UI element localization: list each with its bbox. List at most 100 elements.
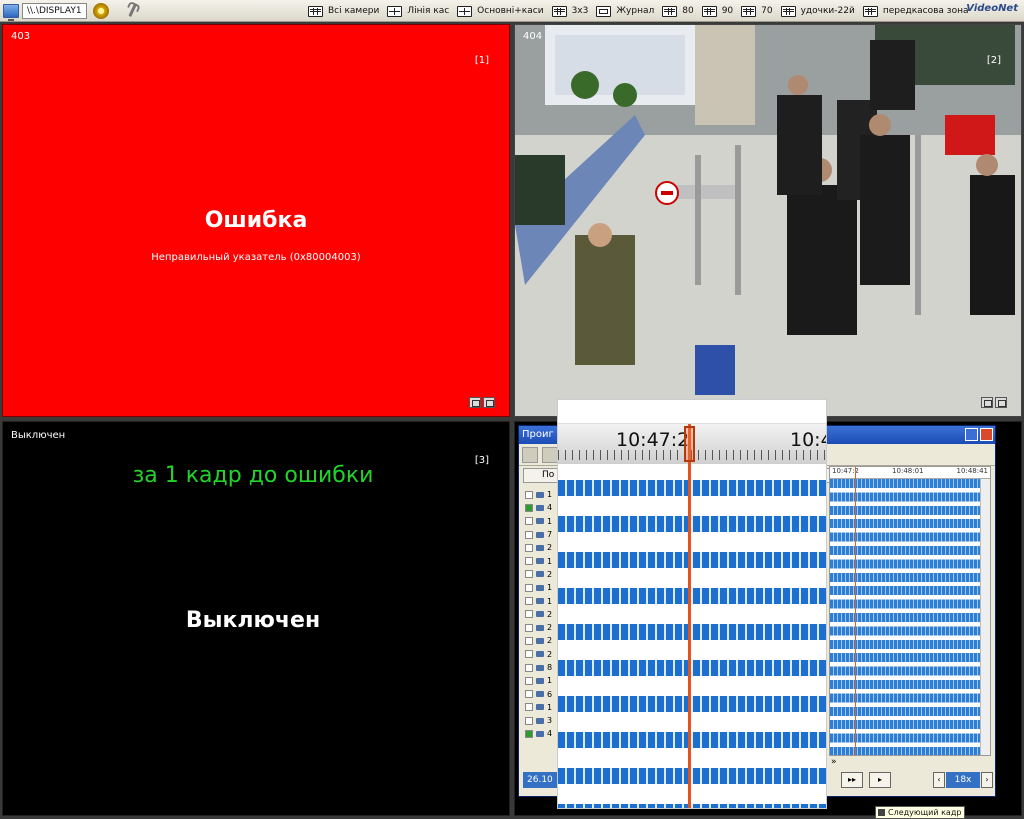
preset-pre-checkout-zone[interactable]: передкасова зона: [862, 5, 968, 17]
preset-checkout-line[interactable]: Лінія кас: [387, 5, 449, 17]
camera-list-item[interactable]: 1: [525, 515, 555, 528]
camera-checkbox[interactable]: [525, 517, 533, 526]
camera-list-item[interactable]: 4: [525, 501, 555, 514]
grid-layout-icon: [387, 5, 403, 17]
camera-list-item[interactable]: 1: [525, 674, 555, 687]
display-selector[interactable]: \\.\DISPLAY1: [22, 2, 87, 19]
single-layout-icon: [596, 5, 612, 17]
camera-checkbox[interactable]: [525, 716, 533, 725]
camera-list-label: 2: [547, 623, 553, 633]
camera-checkbox[interactable]: [525, 583, 533, 592]
camera-list-item[interactable]: 2: [525, 648, 555, 661]
camera-list-label: 2: [547, 543, 553, 553]
scroll-right-icon[interactable]: »: [831, 757, 837, 767]
preset-all-cameras[interactable]: Всі камери: [308, 5, 379, 17]
preset-main-checkouts[interactable]: Основні+каси: [457, 5, 544, 17]
camera-off-message: Выключен: [185, 608, 321, 633]
camera-checkbox[interactable]: [525, 650, 533, 659]
camera-icon: [536, 571, 544, 578]
camera-list-item[interactable]: 6: [525, 687, 555, 700]
camera-checkbox[interactable]: [525, 676, 533, 685]
camera-checkbox[interactable]: [525, 543, 533, 552]
settings-gear-icon[interactable]: [92, 2, 109, 19]
speed-up-button[interactable]: ›: [981, 772, 993, 788]
fast-forward-button[interactable]: ▸▸: [841, 772, 863, 788]
camera-checkbox[interactable]: [525, 610, 533, 619]
video-cell-1[interactable]: 403 [1] Ошибка Неправильный указатель (0…: [2, 24, 510, 417]
camera-checkbox[interactable]: [525, 663, 533, 672]
camera-checkbox[interactable]: [525, 597, 533, 606]
recording-bars: [558, 470, 826, 808]
preset-80[interactable]: 80: [662, 5, 694, 17]
speed-down-button[interactable]: ‹: [933, 772, 945, 788]
camera-list-item[interactable]: 3: [525, 714, 555, 727]
fullscreen-icon[interactable]: [995, 397, 1007, 408]
grid-layout-icon: [551, 5, 567, 17]
document-icon[interactable]: [522, 446, 538, 463]
time-label: 10:4: [790, 429, 826, 451]
camera-list-item[interactable]: 2: [525, 608, 555, 621]
timeline-panel[interactable]: 10:47:2 10:48:01 10:48:41: [829, 466, 991, 756]
preset-3x3[interactable]: 3x3: [551, 5, 588, 17]
grid-layout-icon: [662, 5, 678, 17]
camera-list-label: 1: [547, 702, 553, 712]
camera-checkbox[interactable]: [525, 623, 533, 632]
camera-checkbox[interactable]: [525, 703, 533, 712]
camera-list-item[interactable]: 1: [525, 701, 555, 714]
preset-fishing-rods[interactable]: удочки-22й: [780, 5, 855, 17]
next-frame-button[interactable]: ▸: [869, 772, 891, 788]
camera-list-item[interactable]: 8: [525, 661, 555, 674]
camera-icon: [536, 637, 544, 644]
open-folder-icon[interactable]: [542, 446, 558, 463]
camera-list-item[interactable]: 1: [525, 488, 555, 501]
cell-index: [2]: [986, 55, 1001, 66]
zoomed-timeline-overlay: 10:47:2 10:4: [557, 399, 827, 809]
grid-layout-icon: [457, 5, 473, 17]
camera-checkbox[interactable]: [525, 557, 533, 566]
cell-tools: [981, 397, 1007, 408]
camera-list-label: 2: [547, 569, 553, 579]
camera-icon: [536, 624, 544, 631]
camera-list-label: 4: [547, 729, 553, 739]
camera-list-item[interactable]: 2: [525, 541, 555, 554]
vertical-scrollbar[interactable]: [980, 479, 990, 755]
camera-list-item[interactable]: 1: [525, 581, 555, 594]
timeline-cursor[interactable]: [855, 467, 856, 755]
preset-journal[interactable]: Журнал: [596, 5, 654, 17]
snapshot-icon[interactable]: [469, 397, 481, 408]
video-cell-3[interactable]: Выключен [3] за 1 кадр до ошибки Выключе…: [2, 421, 510, 816]
camera-icon: [536, 504, 544, 511]
camera-list-item[interactable]: 4: [525, 727, 555, 740]
camera-icon: [536, 651, 544, 658]
camera-list-item[interactable]: 2: [525, 634, 555, 647]
close-icon[interactable]: [980, 428, 993, 441]
wrench-icon[interactable]: [125, 3, 139, 19]
fullscreen-icon[interactable]: [483, 397, 495, 408]
camera-list-label: 2: [547, 649, 553, 659]
camera-checkbox[interactable]: [525, 570, 533, 579]
camera-list-label: 1: [547, 583, 553, 593]
camera-checkbox[interactable]: [525, 690, 533, 699]
playhead-cursor[interactable]: [688, 424, 691, 808]
monitor-icon[interactable]: [3, 3, 19, 21]
camera-list-label: 6: [547, 689, 553, 699]
camera-checkbox[interactable]: [525, 636, 533, 645]
camera-checkbox[interactable]: [525, 503, 533, 512]
playhead-handle[interactable]: [684, 426, 695, 462]
camera-list-item[interactable]: 7: [525, 528, 555, 541]
cell-tools: [469, 397, 495, 408]
camera-list-item[interactable]: 1: [525, 554, 555, 567]
camera-checkbox[interactable]: [525, 490, 533, 499]
preset-90[interactable]: 90: [701, 5, 733, 17]
camera-list-item[interactable]: 1: [525, 594, 555, 607]
camera-status-label: Выключен: [11, 430, 66, 441]
minimize-icon[interactable]: [965, 428, 978, 441]
camera-list-item[interactable]: 2: [525, 568, 555, 581]
video-cell-2[interactable]: 404 [2]: [514, 24, 1022, 417]
camera-id: 403: [11, 31, 31, 42]
preset-70[interactable]: 70: [741, 5, 773, 17]
camera-checkbox[interactable]: [525, 530, 533, 539]
camera-checkbox[interactable]: [525, 729, 533, 738]
snapshot-icon[interactable]: [981, 397, 993, 408]
camera-list-item[interactable]: 2: [525, 621, 555, 634]
